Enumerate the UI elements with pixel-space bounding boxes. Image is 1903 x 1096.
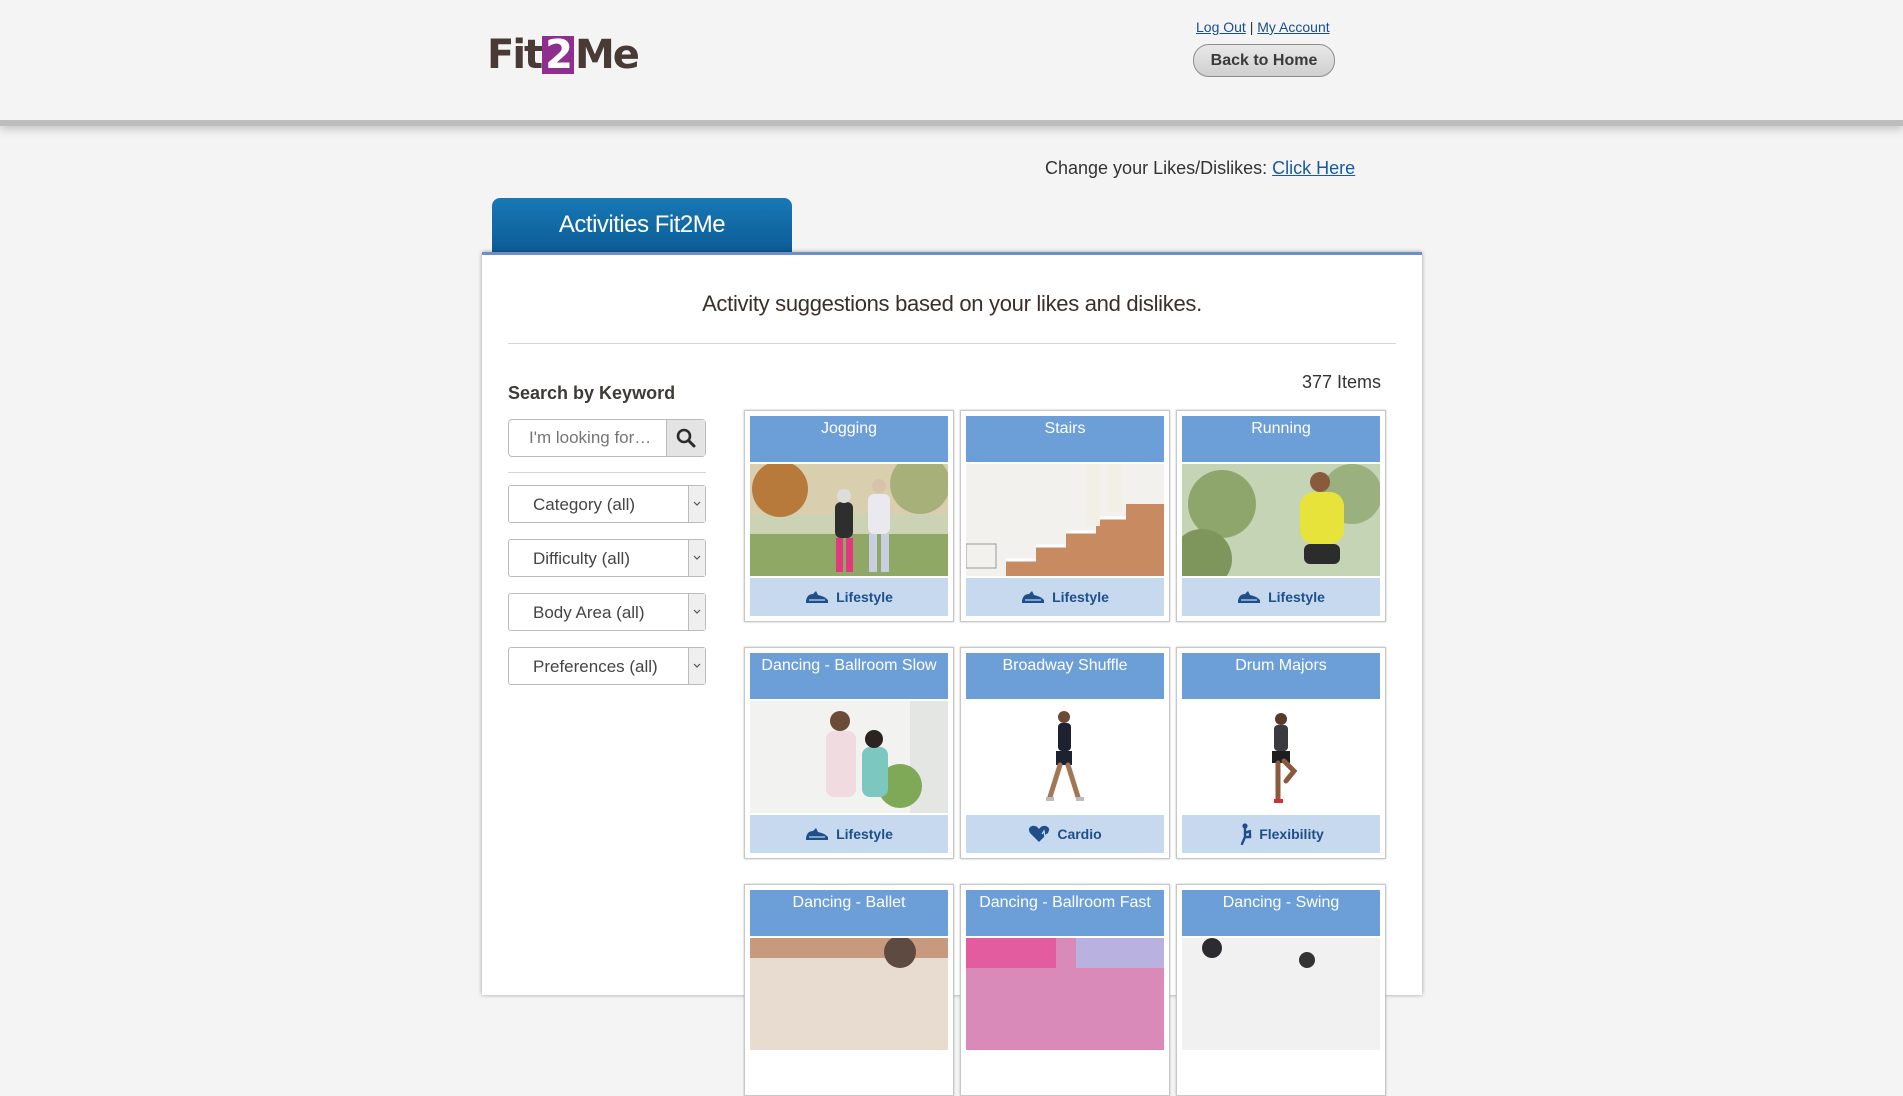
chevron-down-icon	[688, 486, 705, 522]
search-label: Search by Keyword	[508, 383, 676, 403]
activity-category-label: Cardio	[1057, 826, 1102, 842]
chevron-down-icon	[688, 594, 705, 630]
activity-card-running[interactable]: Running Lifestyle	[1176, 410, 1386, 622]
body-area-filter-value: Body Area (all)	[533, 603, 645, 622]
activity-title: Dancing - Ballroom Fast	[966, 890, 1164, 936]
activity-category-label: Lifestyle	[1052, 589, 1109, 605]
back-to-home-button[interactable]: Back to Home	[1193, 44, 1335, 77]
stretch-figure-icon	[1241, 823, 1252, 845]
preferences-filter-value: Preferences (all)	[533, 657, 658, 676]
preferences-filter-select[interactable]: Preferences (all)	[508, 647, 706, 685]
activity-category: Lifestyle	[750, 578, 948, 616]
activity-category-label: Flexibility	[1259, 826, 1324, 842]
activity-title: Stairs	[966, 416, 1164, 462]
activity-photo-jogging	[750, 464, 948, 576]
sidebar-divider	[508, 472, 706, 473]
activity-photo-running	[1182, 464, 1380, 576]
search-box	[508, 419, 706, 457]
activity-card-dancing-ballet[interactable]: Dancing - Ballet	[744, 884, 954, 1096]
category-filter-select[interactable]: Category (all)	[508, 485, 706, 523]
activity-category: Flexibility	[1182, 815, 1380, 853]
activity-title: Broadway Shuffle	[966, 653, 1164, 699]
activity-photo-dancing-swing	[1182, 938, 1380, 1050]
link-separator: |	[1249, 19, 1254, 35]
activity-category-label: Lifestyle	[836, 826, 893, 842]
activity-title: Dancing - Ballroom Slow	[750, 653, 948, 699]
activities-panel: Activity suggestions based on your likes…	[482, 252, 1422, 1096]
shoe-icon	[806, 828, 829, 840]
panel-divider	[508, 343, 1396, 344]
heart-icon	[1029, 825, 1050, 842]
difficulty-filter-select[interactable]: Difficulty (all)	[508, 539, 706, 577]
search-input[interactable]	[509, 420, 669, 456]
activity-card-stairs[interactable]: Stairs Lifestyle	[960, 410, 1170, 622]
shoe-icon	[1238, 591, 1261, 603]
shoe-icon	[806, 591, 829, 603]
activity-card-dancing-swing[interactable]: Dancing - Swing	[1176, 884, 1386, 1096]
site-header: Fit 2 Me Log Out | My Account Back to Home	[0, 0, 1903, 126]
activity-photo-broadway-shuffle	[966, 701, 1164, 813]
shoe-icon	[1022, 591, 1045, 603]
activity-category-label: Lifestyle	[1268, 589, 1325, 605]
activity-card-broadway-shuffle[interactable]: Broadway Shuffle Cardio	[960, 647, 1170, 859]
activity-photo-dancing-ballet	[750, 938, 948, 1050]
difficulty-filter-value: Difficulty (all)	[533, 549, 630, 568]
chevron-down-icon	[688, 540, 705, 576]
activity-photo-dancing-ballroom-slow	[750, 701, 948, 813]
activity-title: Drum Majors	[1182, 653, 1380, 699]
activity-category: Lifestyle	[1182, 578, 1380, 616]
activity-category: Cardio	[966, 815, 1164, 853]
tab-activities-fit2me[interactable]: Activities Fit2Me	[492, 198, 792, 252]
activity-card-dancing-ballroom-slow[interactable]: Dancing - Ballroom Slow Lifestyle	[744, 647, 954, 859]
logo-text-me: Me	[575, 32, 640, 78]
category-filter-value: Category (all)	[533, 495, 636, 514]
activity-title: Jogging	[750, 416, 948, 462]
search-button[interactable]	[666, 420, 705, 456]
activity-title: Dancing - Swing	[1182, 890, 1380, 936]
my-account-link[interactable]: My Account	[1257, 19, 1329, 35]
activity-category: Lifestyle	[750, 815, 948, 853]
logo-text-fit: Fit	[487, 32, 543, 78]
activity-photo-drum-majors	[1182, 701, 1380, 813]
activity-card-drum-majors[interactable]: Drum Majors Flexibility	[1176, 647, 1386, 859]
search-icon	[676, 428, 696, 448]
body-area-filter-select[interactable]: Body Area (all)	[508, 593, 706, 631]
fit2me-logo[interactable]: Fit 2 Me	[487, 32, 640, 78]
likes-dislikes-link[interactable]: Click Here	[1272, 158, 1355, 178]
logo-text-2: 2	[542, 35, 574, 75]
likes-dislikes-text: Change your Likes/Dislikes:	[1045, 158, 1268, 178]
account-links: Log Out | My Account	[1196, 19, 1330, 35]
likes-dislikes-prompt: Change your Likes/Dislikes: Click Here	[1045, 158, 1355, 179]
activity-photo-stairs	[966, 464, 1164, 576]
chevron-down-icon	[688, 648, 705, 684]
panel-title: Activity suggestions based on your likes…	[702, 291, 1202, 316]
activity-title: Running	[1182, 416, 1380, 462]
activity-category: Lifestyle	[966, 578, 1164, 616]
items-count: 377 Items	[1302, 372, 1382, 392]
activity-category-label: Lifestyle	[836, 589, 893, 605]
activity-card-dancing-ballroom-fast[interactable]: Dancing - Ballroom Fast	[960, 884, 1170, 1096]
activity-photo-dancing-ballroom-fast	[966, 938, 1164, 1050]
activity-title: Dancing - Ballet	[750, 890, 948, 936]
activity-card-jogging[interactable]: Jogging Lifestyle	[744, 410, 954, 622]
logout-link[interactable]: Log Out	[1196, 19, 1246, 35]
